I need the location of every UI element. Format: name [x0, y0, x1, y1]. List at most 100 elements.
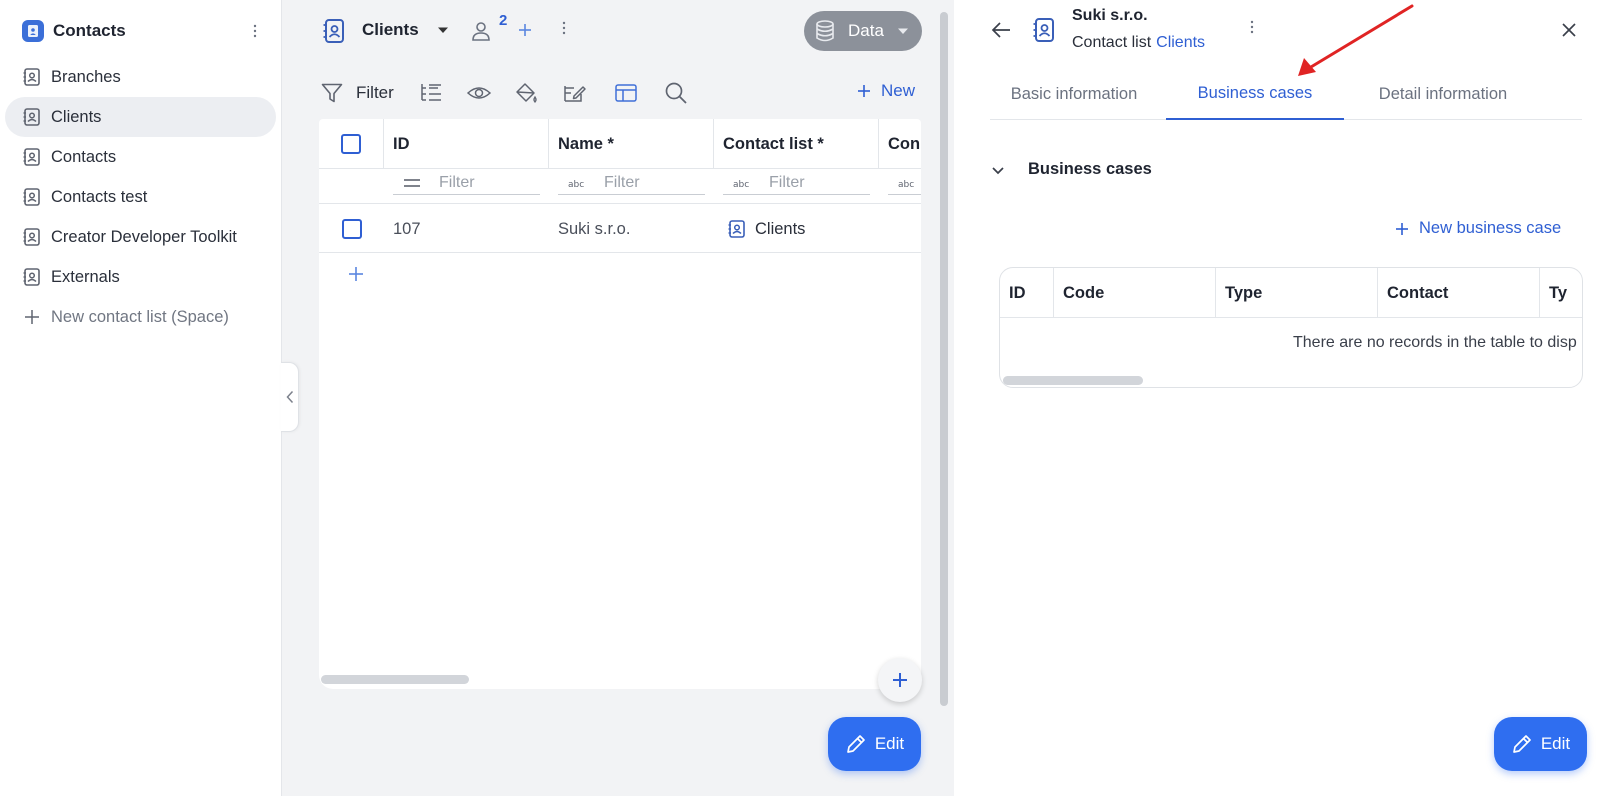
data-button-label: Data: [848, 21, 884, 40]
back-arrow-icon[interactable]: [990, 20, 1012, 40]
business-cases-horizontal-scrollbar[interactable]: [1003, 376, 1143, 385]
search-icon[interactable]: [663, 80, 689, 106]
eye-icon[interactable]: [466, 80, 492, 106]
close-icon[interactable]: [1560, 21, 1578, 39]
sidebar-item-label: Contacts: [51, 147, 117, 166]
contact-list-chip[interactable]: Clients: [723, 215, 810, 243]
sidebar-item-label: Creator Developer Toolkit: [51, 227, 237, 246]
select-all-checkbox[interactable]: [341, 134, 361, 154]
add-row-icon[interactable]: [347, 265, 365, 283]
plus-icon: [891, 671, 909, 689]
contact-book-icon: [22, 147, 42, 167]
records-grid: ID Name * Contact list * Con Filter abc …: [319, 119, 921, 689]
sidebar-item-clients[interactable]: Clients: [5, 97, 276, 137]
text-type-icon: abc: [568, 176, 586, 190]
cell-contact-list: Clients: [723, 204, 810, 254]
pencil-icon: [1511, 733, 1533, 755]
record-breadcrumb: Contact list Clients: [1072, 34, 1205, 52]
sidebar-collapse-handle[interactable]: [281, 362, 299, 432]
chevron-down-icon: [990, 162, 1006, 178]
user-icon[interactable]: [470, 20, 492, 42]
annotation-arrow-icon: [1298, 4, 1414, 76]
grid-horizontal-scrollbar[interactable]: [321, 675, 469, 684]
funnel-icon: [320, 81, 344, 105]
tree-list-icon[interactable]: [418, 80, 444, 106]
chevron-left-icon: [285, 390, 294, 404]
filter-input-con[interactable]: abc: [888, 171, 921, 195]
filter-input-contact-list[interactable]: abc Filter: [723, 171, 870, 195]
sidebar-item-label: Externals: [51, 267, 120, 286]
new-contact-list-label: New contact list (Space): [51, 307, 229, 326]
sidebar-list: Branches Clients Contacts Contacts test …: [5, 57, 276, 337]
filter-input-id[interactable]: Filter: [393, 171, 540, 195]
plus-icon: [22, 307, 42, 327]
add-record-fab[interactable]: [878, 658, 922, 702]
new-label: New: [880, 81, 915, 100]
sidebar-item-branches[interactable]: Branches: [5, 57, 276, 97]
contact-book-icon: [22, 227, 42, 247]
new-contact-list-button[interactable]: New contact list (Space): [5, 297, 276, 337]
contact-book-icon: [22, 107, 42, 127]
paint-bucket-icon[interactable]: [513, 80, 539, 106]
list-edit-button[interactable]: Edit: [828, 717, 921, 771]
app-title: Contacts: [53, 21, 126, 40]
column-header-con[interactable]: Con: [879, 119, 921, 169]
column-header-contact-list[interactable]: Contact list *: [714, 119, 879, 169]
column-header-code[interactable]: Code: [1054, 268, 1216, 318]
filter-label: Filter: [356, 83, 394, 102]
contact-book-icon: [22, 267, 42, 287]
contact-list-link[interactable]: Clients: [1156, 34, 1205, 51]
row-select-cell: [342, 204, 362, 254]
text-type-icon: abc: [733, 176, 751, 190]
column-header-id[interactable]: ID: [384, 119, 549, 169]
plus-icon: [856, 83, 872, 99]
contact-book-icon: [1032, 17, 1056, 43]
more-options-icon[interactable]: [562, 21, 576, 41]
business-cases-table-header: ID Code Type Contact Ty: [1000, 268, 1582, 318]
column-header-id[interactable]: ID: [1000, 268, 1054, 318]
contact-list-label: Contact list: [1072, 34, 1152, 51]
sidebar-item-contacts-test[interactable]: Contacts test: [5, 177, 276, 217]
contacts-app-icon: [22, 20, 44, 42]
table-row[interactable]: 107 Suki s.r.o. Clients: [319, 203, 921, 253]
panel-vertical-scrollbar[interactable]: [940, 12, 948, 706]
empty-table-message: There are no records in the table to dis…: [1293, 334, 1577, 351]
add-member-icon[interactable]: [517, 22, 533, 38]
column-header-name[interactable]: Name *: [549, 119, 714, 169]
filter-input-name[interactable]: abc Filter: [558, 171, 705, 195]
caret-down-icon[interactable]: [436, 23, 450, 37]
edit-label: Edit: [1540, 734, 1571, 753]
pencil-icon: [845, 733, 867, 755]
edit-label: Edit: [874, 734, 905, 753]
sidebar-more-icon[interactable]: [247, 21, 263, 41]
tab-basic-information[interactable]: Basic information: [990, 68, 1158, 120]
contact-book-icon: [22, 187, 42, 207]
svg-text:abc: abc: [898, 180, 914, 190]
detail-edit-button[interactable]: Edit: [1494, 717, 1587, 771]
row-checkbox[interactable]: [342, 219, 362, 239]
new-business-case-button[interactable]: New business case: [1394, 219, 1561, 238]
filter-button[interactable]: Filter: [320, 81, 394, 105]
list-toolbar: Filter New: [320, 78, 915, 108]
business-cases-section-toggle[interactable]: Business cases: [990, 160, 1152, 179]
more-options-icon[interactable]: [1250, 20, 1262, 40]
filter-placeholder: Filter: [439, 173, 475, 191]
column-header-contact[interactable]: Contact: [1378, 268, 1540, 318]
contact-book-icon: [322, 18, 346, 44]
business-cases-table: ID Code Type Contact Ty There are no rec…: [999, 267, 1583, 388]
edit-note-icon[interactable]: [561, 80, 587, 106]
sidebar-item-externals[interactable]: Externals: [5, 257, 276, 297]
column-header-type[interactable]: Type: [1216, 268, 1378, 318]
record-title: Suki s.r.o.: [1072, 7, 1148, 24]
sidebar-item-contacts[interactable]: Contacts: [5, 137, 276, 177]
column-header-ty[interactable]: Ty: [1540, 268, 1582, 318]
contact-book-icon: [727, 219, 747, 239]
sidebar-item-creator-developer-toolkit[interactable]: Creator Developer Toolkit: [5, 217, 276, 257]
svg-text:abc: abc: [568, 180, 584, 190]
data-button[interactable]: Data: [804, 11, 922, 51]
grid-header: ID Name * Contact list * Con: [319, 119, 921, 169]
table-layout-icon[interactable]: [613, 80, 639, 106]
list-title[interactable]: Clients: [362, 20, 419, 40]
new-record-button[interactable]: New: [856, 81, 915, 101]
sidebar-item-label: Contacts test: [51, 187, 148, 206]
